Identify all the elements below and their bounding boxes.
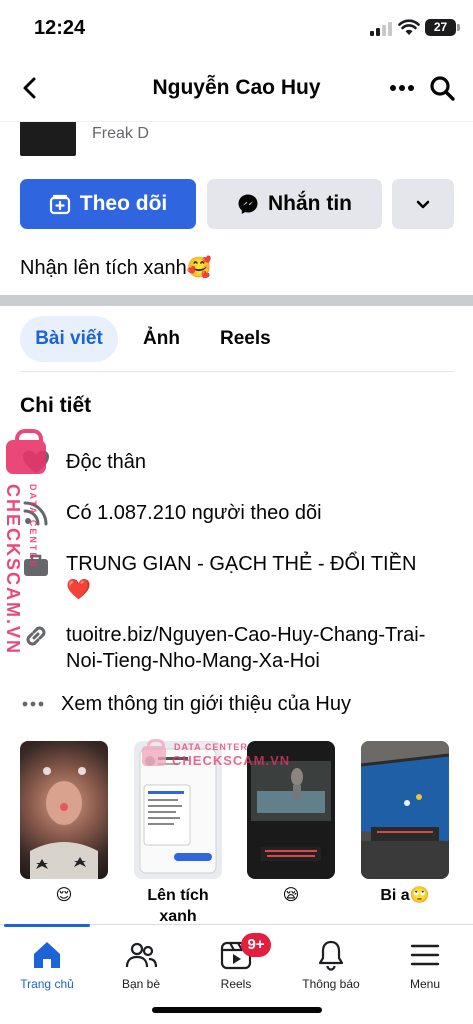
tab-photos[interactable]: Ảnh <box>143 316 180 362</box>
watermark-brand: CHECKSCAM.VN <box>3 484 23 656</box>
featured-thumbnail <box>361 741 449 879</box>
nav-notifications[interactable]: Thông báo <box>284 939 378 991</box>
follow-plus-icon <box>49 194 70 215</box>
more-actions-dropdown[interactable] <box>392 179 454 229</box>
selfie-illustration <box>30 767 98 879</box>
hamburger-menu-icon <box>410 944 440 966</box>
profile-bio: Nhận lên tích xanh🥰 <box>20 257 212 279</box>
battery-tip <box>457 24 460 31</box>
featured-caption: Lên tích xanh <box>147 887 209 925</box>
watermark-sub: DATA CENTER <box>174 742 248 752</box>
billiards-table-illustration <box>361 741 449 879</box>
active-tab-indicator <box>4 924 90 927</box>
more-dots-icon <box>22 701 44 707</box>
watermark-left: CHECKSCAM.VN DATA CENTER <box>3 429 52 655</box>
status-time: 12:24 <box>34 17 86 39</box>
featured-caption: 😌 <box>55 887 73 904</box>
battery-icon: 27 <box>425 19 456 36</box>
cellular-signal-icon <box>370 22 392 36</box>
featured-item[interactable]: 😌 <box>20 741 108 906</box>
relationship-status: Độc thân <box>66 451 147 473</box>
nav-home[interactable]: Trang chủ <box>0 939 94 991</box>
featured-caption: Bi a🙄 <box>380 887 430 904</box>
home-icon <box>34 942 60 968</box>
detail-link[interactable]: tuoitre.biz/Nguyen-Cao-Huy-Chang-Trai-No… <box>20 620 460 674</box>
nav-reels[interactable]: 9+ Reels <box>189 933 283 991</box>
follow-label: Theo dõi <box>79 192 168 215</box>
profile-actions: Theo dõi Nhắn tin <box>20 179 454 229</box>
follow-button[interactable]: Theo dõi <box>20 179 196 229</box>
detail-see-more[interactable]: Xem thông tin giới thiệu của Huy <box>20 691 460 719</box>
website-link[interactable]: tuoitre.biz/Nguyen-Cao-Huy-Chang-Trai-No… <box>66 622 432 674</box>
home-indicator <box>152 1007 322 1013</box>
details-heading: Chi tiết <box>20 394 92 417</box>
followers-count: Có 1.087.210 người theo dõi <box>66 502 322 524</box>
back-arrow-icon[interactable] <box>16 74 44 102</box>
nav-label: Menu <box>409 977 441 991</box>
message-label: Nhắn tin <box>268 192 352 215</box>
nav-label: Bạn bè <box>121 977 161 991</box>
nav-friends[interactable]: Bạn bè <box>94 939 188 991</box>
bell-icon <box>318 940 344 971</box>
reels-badge: 9+ <box>241 933 271 957</box>
nav-label: Thông báo <box>302 977 360 991</box>
tab-reels[interactable]: Reels <box>220 316 271 362</box>
watermark-center: DATA CENTER CHECKSCAM.VN <box>140 738 300 774</box>
music-artist: Freak D <box>92 125 149 142</box>
section-divider <box>0 295 473 306</box>
nav-menu[interactable]: Menu <box>378 939 472 991</box>
search-icon[interactable] <box>428 74 456 102</box>
tab-posts[interactable]: Bài viết <box>20 316 118 362</box>
featured-thumbnail <box>20 741 108 879</box>
page-title: Nguyễn Cao Huy <box>152 76 321 99</box>
see-more-about[interactable]: Xem thông tin giới thiệu của Huy <box>61 691 351 717</box>
nav-label: Reels <box>220 977 252 991</box>
profile-tabs: Bài viết Ảnh Reels <box>20 316 454 372</box>
chevron-down-icon <box>416 200 430 209</box>
watermark-lock-icon <box>6 429 46 474</box>
friends-icon <box>125 942 158 968</box>
profile-header: Nguyễn Cao Huy <box>0 56 473 122</box>
work-info: TRUNG GIAN - GẠCH THẺ - ĐỔI TIỀN ❤️ <box>66 553 417 601</box>
detail-relationship: Độc thân <box>20 446 460 478</box>
detail-work: TRUNG GIAN - GẠCH THẺ - ĐỔI TIỀN ❤️ <box>20 549 460 605</box>
watermark-sub: DATA CENTER <box>28 484 38 569</box>
watermark-lock-icon <box>142 739 166 766</box>
wifi-icon <box>398 19 420 35</box>
featured-caption: 😪 <box>282 887 300 904</box>
detail-followers: Có 1.087.210 người theo dõi <box>20 497 460 529</box>
watermark-brand: CHECKSCAM.VN <box>172 753 291 768</box>
message-button[interactable]: Nhắn tin <box>207 179 382 229</box>
more-options-icon[interactable] <box>388 78 416 98</box>
nav-label: Trang chủ <box>20 977 74 991</box>
status-bar: 12:24 27 <box>0 0 473 56</box>
messenger-icon <box>238 194 258 214</box>
featured-item[interactable]: Bi a🙄 <box>361 741 449 906</box>
